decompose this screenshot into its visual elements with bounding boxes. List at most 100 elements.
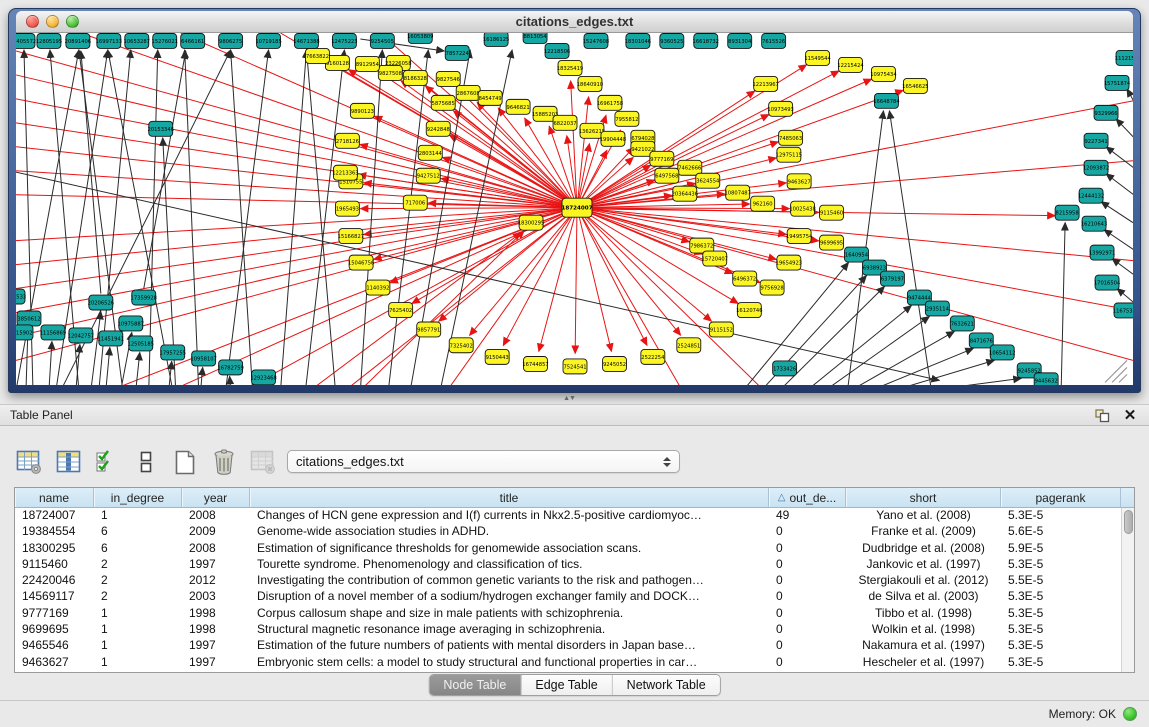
graph-node[interactable]: 18301046	[625, 33, 651, 48]
graph-node[interactable]: 12213967	[752, 76, 778, 91]
graph-node[interactable]: 25160533	[16, 289, 26, 304]
graph-node[interactable]: 12213363	[332, 165, 358, 180]
graph-node[interactable]: 5875685	[431, 95, 455, 110]
graph-node[interactable]: 11675309	[1113, 303, 1133, 318]
graph-node[interactable]: 7857224	[445, 45, 469, 60]
column-header-short[interactable]: short	[846, 488, 1001, 507]
graph-node[interactable]: 16961758	[597, 95, 623, 110]
graph-node[interactable]: 11451941	[98, 331, 124, 346]
minimize-window-icon[interactable]	[46, 15, 59, 28]
column-header-in-degree[interactable]: in_degree	[94, 488, 182, 507]
graph-node[interactable]: 9699695	[820, 235, 844, 250]
graph-node[interactable]: 9115460	[820, 205, 844, 220]
table-row[interactable]: 977716911998Corpus callosum shape and si…	[15, 606, 1121, 622]
network-canvas[interactable]: 1297511594636271002543819495754196549239…	[16, 33, 1133, 385]
graph-node[interactable]: 8454749	[478, 90, 502, 105]
graph-node[interactable]: 15247608	[583, 33, 609, 48]
graph-node[interactable]: 14671388	[293, 33, 319, 48]
graph-node[interactable]: 10719185	[255, 33, 281, 48]
graph-node[interactable]: 16648784	[873, 93, 900, 108]
graph-node[interactable]: 6379197	[880, 271, 904, 286]
graph-node[interactable]: 12923468	[250, 370, 276, 385]
graph-node[interactable]: 2524851	[677, 338, 701, 353]
graph-node[interactable]: 18325419	[557, 60, 583, 75]
graph-node[interactable]: 16120746	[736, 303, 762, 318]
graph-node[interactable]: 9329966	[1094, 105, 1118, 120]
graph-node[interactable]: 6497568	[655, 168, 679, 183]
graph-node[interactable]: 8215958	[1055, 205, 1079, 220]
graph-node[interactable]: 9756928	[760, 280, 784, 295]
table-row[interactable]: 1456911722003Disruption of a novel membe…	[15, 589, 1121, 605]
graph-node[interactable]: 19654923	[776, 255, 802, 270]
graph-node[interactable]: 12475223	[331, 33, 357, 48]
table-row[interactable]: 1938455462009Genome-wide association stu…	[15, 524, 1121, 540]
graph-node[interactable]: 12444132	[1078, 188, 1104, 203]
graph-node[interactable]: 2522254	[641, 349, 665, 364]
graph-node[interactable]: 16744857	[522, 357, 548, 372]
graph-node[interactable]: 15276021	[152, 33, 178, 48]
table-settings-icon[interactable]	[14, 447, 44, 477]
graph-node[interactable]: 16782759	[217, 360, 243, 375]
resize-grip-icon[interactable]	[1105, 360, 1127, 382]
graph-node[interactable]: 9857791	[417, 322, 441, 337]
table-row[interactable]: 946554611997Estimation of the future num…	[15, 638, 1121, 654]
table-selector[interactable]: citations_edges.txt	[287, 450, 680, 473]
graph-node[interactable]: 10958107	[190, 351, 216, 366]
rows-icon[interactable]	[131, 447, 161, 477]
graph-node[interactable]: 7524541	[563, 359, 587, 374]
graph-node[interactable]: 15166827	[338, 229, 364, 244]
graph-node[interactable]: 9646821	[506, 99, 530, 114]
network-graph[interactable]: 1297511594636271002543819495754196549239…	[16, 33, 1133, 385]
graph-node[interactable]: 9463627	[787, 174, 811, 189]
select-columns-icon[interactable]	[92, 447, 122, 477]
float-panel-icon[interactable]	[1093, 407, 1111, 423]
close-panel-icon[interactable]: ✕	[1121, 407, 1139, 423]
graph-node[interactable]: 20891406	[65, 33, 91, 48]
graph-node[interactable]: 7955812	[615, 111, 639, 126]
table-row[interactable]: 911546021997Tourette syndrome. Phenomeno…	[15, 557, 1121, 573]
graph-node[interactable]: 8813054	[523, 33, 547, 43]
graph-node[interactable]: 9360525	[660, 33, 684, 48]
graph-node[interactable]: 12975115	[776, 147, 802, 162]
graph-node[interactable]: 9115152	[709, 322, 733, 337]
graph-node[interactable]: 1733426	[773, 361, 797, 376]
graph-node[interactable]: 15720407	[702, 251, 728, 266]
graph-node[interactable]: 16618732	[693, 33, 719, 48]
graph-node[interactable]: 10653287	[124, 33, 150, 48]
zoom-window-icon[interactable]	[66, 15, 79, 28]
graph-node[interactable]: 9890123	[350, 103, 374, 118]
graph-node[interactable]: 9150443	[485, 349, 509, 364]
graph-node[interactable]: 11156869	[40, 325, 66, 340]
graph-node[interactable]: 16186125	[483, 33, 509, 46]
graph-node[interactable]: 9827508	[378, 65, 402, 80]
tab-network-table[interactable]: Network Table	[613, 675, 720, 695]
graph-node[interactable]: 19495754	[786, 229, 813, 244]
graph-node[interactable]: 11121545	[1115, 50, 1133, 65]
graph-node[interactable]: 12042757	[68, 328, 94, 343]
graph-node[interactable]: 2803144	[418, 145, 442, 160]
graph-node[interactable]: 18724007	[561, 198, 592, 217]
graph-node[interactable]: 9445632	[1034, 373, 1058, 385]
graph-node[interactable]: 19405572	[16, 33, 36, 48]
tab-edge-table[interactable]: Edge Table	[521, 675, 612, 695]
graph-node[interactable]: 9806275	[219, 33, 243, 48]
graph-node[interactable]: 16053809	[407, 33, 433, 43]
graph-node[interactable]: 6822037	[553, 115, 577, 130]
show-columns-icon[interactable]	[53, 447, 83, 477]
graph-node[interactable]: 8912954	[355, 56, 379, 71]
graph-node[interactable]: 2935114	[925, 301, 949, 316]
table-row[interactable]: 969969511998Structural magnetic resonanc…	[15, 622, 1121, 638]
graph-node[interactable]: 9227341	[1084, 133, 1108, 148]
column-header-name[interactable]: name	[15, 488, 94, 507]
graph-node[interactable]: 20153346	[148, 121, 174, 136]
graph-node[interactable]: 12805195	[36, 33, 62, 48]
graph-node[interactable]: 3915902	[16, 325, 33, 340]
graph-node[interactable]: 962160	[751, 196, 775, 211]
table-row[interactable]: 1830029562008Estimation of significance …	[15, 541, 1121, 557]
graph-node[interactable]: 17016504	[1094, 275, 1121, 290]
graph-node[interactable]: 8931304	[728, 33, 752, 48]
graph-node[interactable]: 16997133	[96, 33, 122, 48]
table-row[interactable]: 946362711997Embryonic stem cells: a mode…	[15, 655, 1121, 671]
graph-node[interactable]: 2718126	[335, 133, 359, 148]
graph-node[interactable]: 7615526	[762, 33, 786, 48]
